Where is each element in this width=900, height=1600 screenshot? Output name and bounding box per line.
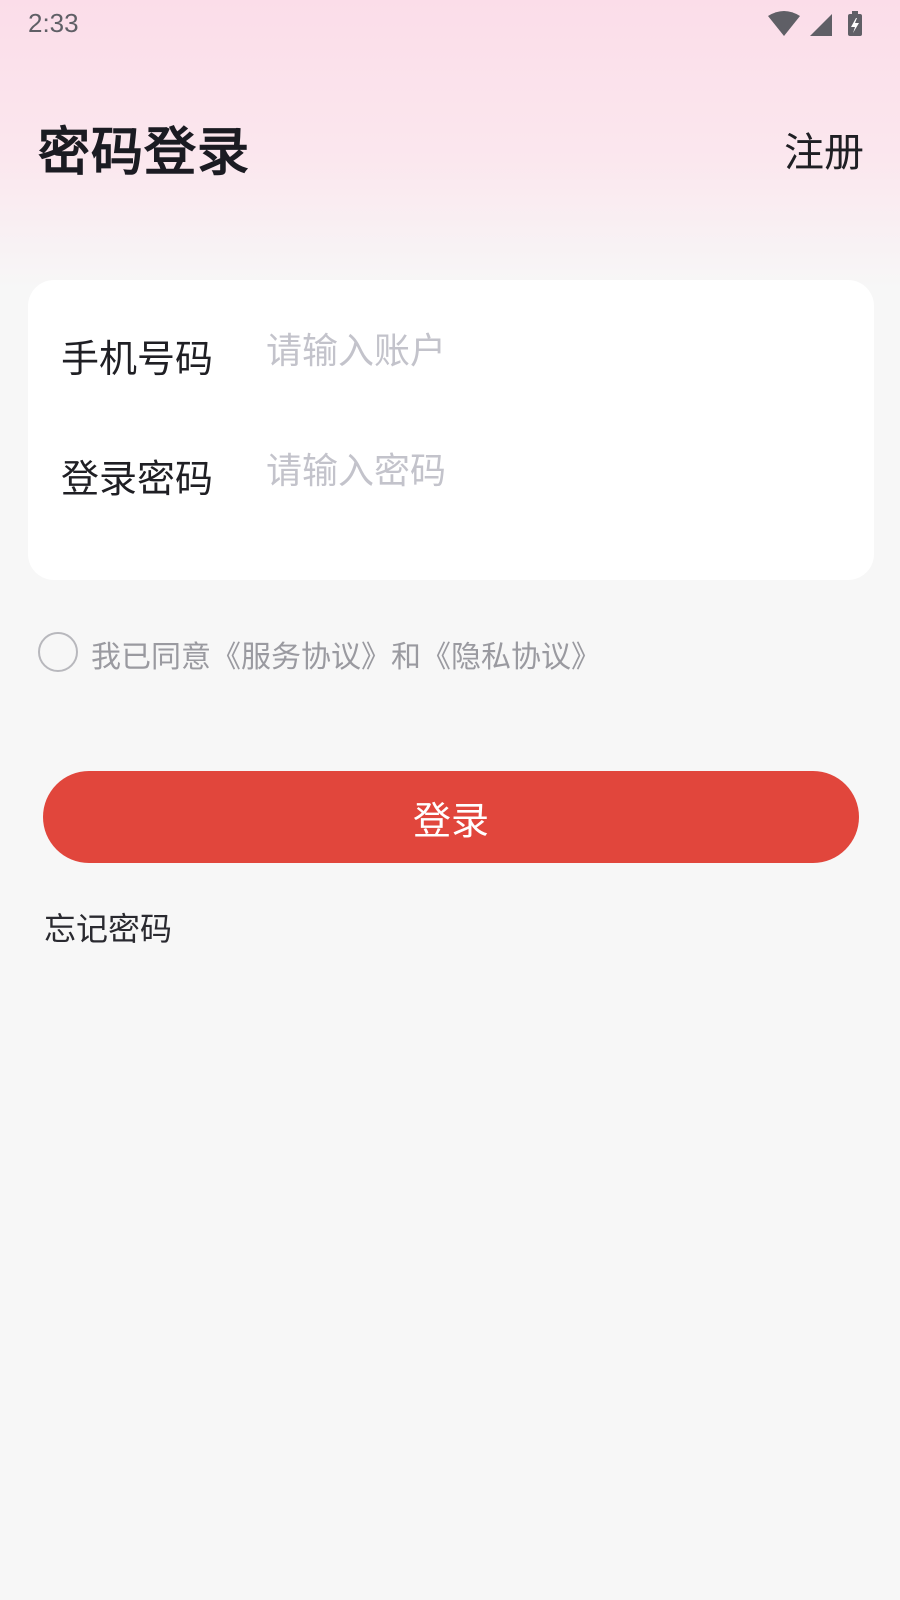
agreement-checkbox[interactable]: [38, 632, 78, 672]
wifi-icon: [768, 11, 800, 36]
page-title: 密码登录: [38, 123, 251, 183]
status-icons-svg: [768, 11, 862, 36]
service-agreement-link[interactable]: 《服务协议》: [211, 640, 391, 675]
status-icons: [766, 10, 876, 38]
login-screen: 2:33 密码登录 注册 手机号码 请输入账户 登录密码 我已同意《服务协议》和…: [0, 0, 900, 1600]
cellular-signal-icon: [810, 14, 832, 36]
register-link[interactable]: 注册: [784, 120, 864, 178]
login-form-card: 手机号码 登录密码: [28, 280, 874, 580]
password-input[interactable]: [266, 438, 826, 504]
privacy-agreement-link[interactable]: 《隐私协议》: [421, 640, 601, 675]
agreement-prefix: 我已同意: [91, 640, 211, 675]
status-time: 2:33: [28, 8, 79, 38]
agreement-text: 我已同意《服务协议》和《隐私协议》: [91, 632, 601, 676]
phone-row: 手机号码: [28, 306, 874, 396]
password-label: 登录密码: [61, 457, 214, 501]
status-bar: 2:33: [0, 0, 900, 50]
battery-charging-icon: [848, 11, 862, 36]
password-row: 登录密码: [28, 426, 874, 516]
agreement-conjunction: 和: [391, 640, 421, 675]
phone-label: 手机号码: [61, 337, 214, 381]
phone-input[interactable]: [266, 318, 826, 384]
login-button[interactable]: 登录: [43, 771, 859, 863]
forgot-password-link[interactable]: 忘记密码: [44, 904, 172, 950]
